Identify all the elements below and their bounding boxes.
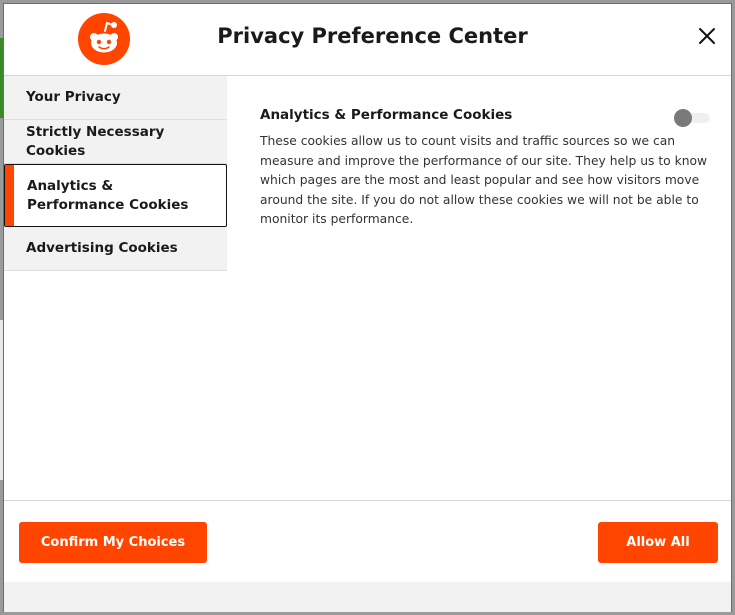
close-icon[interactable] (695, 24, 719, 48)
category-details: Analytics & Performance Cookies These co… (260, 107, 720, 230)
active-indicator (5, 165, 14, 226)
analytics-cookies-toggle[interactable] (674, 109, 710, 127)
privacy-preference-dialog: Privacy Preference Center Your Privacy S… (3, 3, 732, 612)
category-sidebar: Your Privacy Strictly Necessary Cookies … (4, 76, 227, 271)
footer-strip (4, 582, 731, 612)
category-description: These cookies allow us to count visits a… (260, 134, 708, 226)
sidebar-item-advertising[interactable]: Advertising Cookies (4, 227, 227, 271)
allow-all-button[interactable]: Allow All (598, 522, 718, 563)
category-title: Analytics & Performance Cookies (260, 107, 513, 123)
toggle-knob (674, 109, 692, 127)
sidebar-item-analytics-performance[interactable]: Analytics & Performance Cookies (4, 164, 227, 227)
sidebar-item-label: Strictly Necessary Cookies (26, 123, 165, 159)
sidebar-item-label: Your Privacy (26, 89, 121, 105)
sidebar-item-label: Advertising Cookies (26, 240, 178, 256)
sidebar-item-your-privacy[interactable]: Your Privacy (4, 76, 227, 120)
dialog-title: Privacy Preference Center (217, 24, 528, 48)
sidebar-item-label: Analytics & Performance Cookies (27, 177, 189, 213)
footer-divider (4, 500, 731, 501)
dialog-header: Privacy Preference Center (4, 4, 731, 76)
confirm-my-choices-button[interactable]: Confirm My Choices (19, 522, 207, 563)
sidebar-item-strictly-necessary[interactable]: Strictly Necessary Cookies (4, 120, 227, 164)
